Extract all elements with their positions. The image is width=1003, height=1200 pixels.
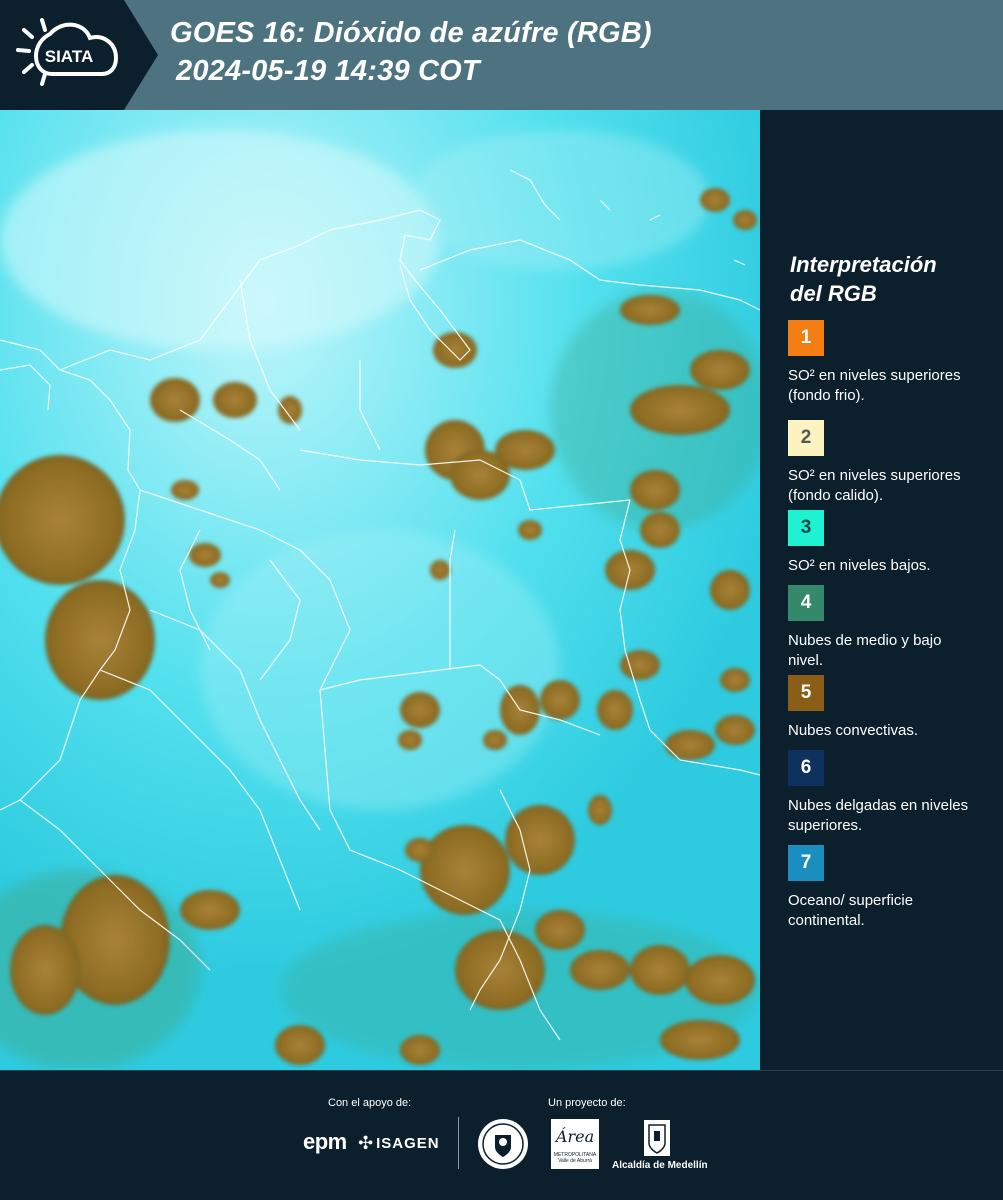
convective-cloud (700, 188, 730, 212)
convective-cloud (400, 1035, 440, 1065)
isagen-icon: ✣ (358, 1133, 374, 1153)
page-title: GOES 16: Dióxido de azúfre (RGB) (170, 17, 652, 49)
convective-cloud (10, 925, 80, 1015)
convective-cloud (720, 668, 750, 692)
rgb-satellite-image (0, 110, 760, 1070)
timestamp-title: 2024-05-19 14:39 COT (176, 55, 480, 87)
legend-swatch: 4 (788, 585, 824, 621)
convective-cloud (420, 825, 510, 915)
support-label: Con el apoyo de: (328, 1097, 412, 1109)
convective-cloud (620, 295, 680, 325)
legend-title-line2: del RGB (790, 281, 877, 306)
convective-cloud (505, 805, 575, 875)
svg-text:SIATA: SIATA (45, 47, 93, 66)
convective-cloud (213, 382, 257, 418)
convective-cloud (630, 470, 680, 510)
convective-cloud (275, 1025, 325, 1065)
legend-panel: Interpretación del RGB 1 SO² en niveles s… (760, 110, 1003, 1070)
convective-cloud (405, 838, 435, 862)
convective-cloud (685, 955, 755, 1005)
convective-cloud (715, 715, 755, 745)
convective-cloud (535, 910, 585, 950)
convective-cloud (660, 1020, 740, 1060)
legend-item-7: 7 Oceano/ superficie continental. (788, 845, 998, 931)
legend-description: SO² en niveles superiores (fondo calido)… (788, 467, 961, 504)
convective-cloud (540, 680, 580, 720)
convective-cloud (570, 950, 630, 990)
convective-cloud (640, 512, 680, 548)
legend-swatch: 2 (788, 420, 824, 456)
medellin-seal-icon (478, 1119, 528, 1169)
convective-cloud (171, 480, 199, 500)
legend-swatch: 1 (788, 320, 824, 356)
project-label: Un proyecto de: (548, 1097, 626, 1109)
legend-swatch: 6 (788, 750, 824, 786)
convective-cloud (189, 543, 221, 567)
legend-item-4: 4 Nubes de medio y bajo nivel. (788, 585, 998, 671)
legend-swatch: 3 (788, 510, 824, 546)
footer-divider (458, 1117, 459, 1169)
convective-cloud (0, 455, 125, 585)
legend-description: SO² en niveles superiores (fondo frio). (788, 367, 961, 404)
legend-item-5: 5 Nubes convectivas. (788, 675, 998, 741)
legend-description: Nubes convectivas. (788, 722, 919, 739)
alcaldia-label: Alcaldía de Medellín (612, 1160, 708, 1171)
logo-container: SIATA (0, 0, 158, 110)
convective-cloud (690, 350, 750, 390)
convective-cloud (398, 730, 422, 750)
legend-title: Interpretación del RGB (790, 250, 990, 308)
convective-cloud (400, 692, 440, 728)
convective-cloud (278, 396, 302, 424)
legend-description: Nubes de medio y bajo nivel. (788, 632, 942, 669)
convective-cloud (710, 570, 750, 610)
convective-cloud (180, 890, 240, 930)
legend-swatch: 7 (788, 845, 824, 881)
legend-item-3: 3 SO² en niveles bajos. (788, 510, 998, 576)
epm-logo: epm (303, 1129, 347, 1154)
footer: Con el apoyo de: Un proyecto de: epm ✣ I… (0, 1070, 1003, 1200)
header-band: SIATA GOES 16: Dióxido de azúfre (RGB) 2… (0, 0, 1003, 110)
legend-title-line1: Interpretación (790, 252, 937, 277)
convective-cloud (733, 210, 757, 230)
convective-cloud (630, 945, 690, 995)
legend-description: Oceano/ superficie continental. (788, 892, 914, 929)
convective-cloud (455, 930, 545, 1010)
legend-description: Nubes delgadas en niveles superiores. (788, 797, 969, 834)
satellite-map (0, 110, 760, 1070)
convective-cloud (483, 730, 507, 750)
isagen-logo: ✣ ISAGEN (358, 1133, 440, 1153)
convective-cloud (588, 795, 612, 825)
legend-item-6: 6 Nubes delgadas en niveles superiores. (788, 750, 998, 836)
legend-swatch: 5 (788, 675, 824, 711)
siata-logo: SIATA (16, 18, 119, 86)
legend-item-2: 2 SO² en niveles superiores (fondo calido… (788, 420, 998, 506)
legend-description: SO² en niveles bajos. (788, 557, 931, 574)
convective-cloud (150, 378, 200, 422)
area-metropolitana-logo: Área METROPOLITANA Valle de Aburrá (551, 1119, 599, 1169)
alcaldia-shield-icon (644, 1120, 670, 1156)
convective-cloud (597, 690, 633, 730)
convective-cloud (45, 580, 155, 700)
convective-cloud (665, 730, 715, 760)
convective-cloud (430, 560, 450, 580)
convective-cloud (210, 572, 230, 588)
convective-cloud (518, 520, 542, 540)
legend-item-1: 1 SO² en niveles superiores (fondo frio). (788, 320, 998, 406)
convective-cloud (630, 385, 730, 435)
convective-cloud (495, 430, 555, 470)
